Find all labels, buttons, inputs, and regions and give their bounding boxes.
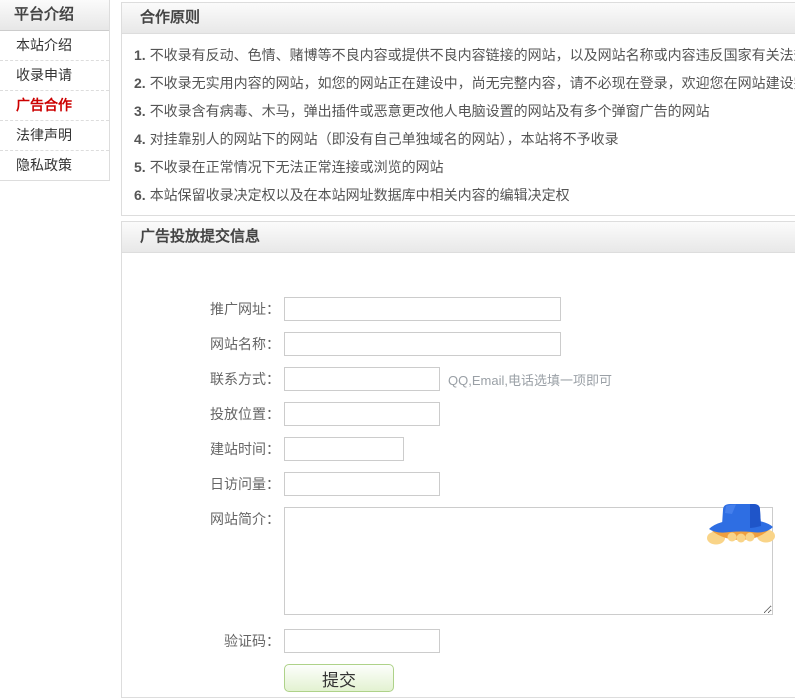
- rule-text: 本站保留收录决定权以及在本站网址数据库中相关内容的编辑决定权: [150, 187, 570, 203]
- form-row-site-name: 网站名称：: [122, 332, 795, 356]
- rule-item: 5.不收录在正常情况下无法正常连接或浏览的网站: [134, 153, 785, 181]
- main-content: 合作原则 1.不收录有反动、色情、赌博等不良内容或提供不良内容链接的网站，以及网…: [121, 2, 795, 698]
- rule-item: 6.本站保留收录决定权以及在本站网址数据库中相关内容的编辑决定权: [134, 181, 785, 209]
- sidebar: 平台介绍 本站介绍 收录申请 广告合作 法律声明 隐私政策: [0, 0, 110, 181]
- site-desc-label: 网站简介：: [122, 507, 284, 531]
- captcha-input[interactable]: [284, 629, 440, 653]
- principles-header: 合作原则: [122, 3, 795, 34]
- form-row-site-desc: 网站简介：: [122, 507, 795, 615]
- submit-row: 提交: [284, 664, 795, 692]
- principles-panel: 合作原则 1.不收录有反动、色情、赌博等不良内容或提供不良内容链接的网站，以及网…: [121, 2, 795, 216]
- rule-number: 6.: [134, 187, 146, 203]
- form-row-site-age: 建站时间：: [122, 437, 795, 461]
- site-age-input[interactable]: [284, 437, 404, 461]
- rule-number: 2.: [134, 75, 146, 91]
- rule-text: 不收录在正常情况下无法正常连接或浏览的网站: [150, 159, 444, 175]
- sidebar-item-legal-notice[interactable]: 法律声明: [0, 121, 109, 151]
- form-row-contact: 联系方式： QQ,Email,电话选填一项即可: [122, 367, 795, 391]
- site-desc-textarea[interactable]: [284, 507, 773, 615]
- placement-label: 投放位置：: [122, 402, 284, 426]
- site-name-label: 网站名称：: [122, 332, 284, 356]
- contact-input[interactable]: [284, 367, 440, 391]
- rule-item: 2.不收录无实用内容的网站，如您的网站正在建设中，尚无完整内容，请不必现在登录，…: [134, 69, 785, 97]
- sidebar-title: 平台介绍: [0, 0, 109, 31]
- form-row-promo-url: 推广网址：: [122, 297, 795, 321]
- sidebar-item-privacy-policy[interactable]: 隐私政策: [0, 151, 109, 180]
- promo-url-input[interactable]: [284, 297, 561, 321]
- site-age-label: 建站时间：: [122, 437, 284, 461]
- sidebar-item-ad-cooperation[interactable]: 广告合作: [0, 91, 109, 121]
- contact-label: 联系方式：: [122, 367, 284, 391]
- rule-number: 4.: [134, 131, 146, 147]
- form-row-captcha: 验证码：: [122, 629, 795, 653]
- sidebar-item-site-intro[interactable]: 本站介绍: [0, 31, 109, 61]
- daily-visits-input[interactable]: [284, 472, 440, 496]
- site-name-input[interactable]: [284, 332, 561, 356]
- captcha-label: 验证码：: [122, 629, 284, 653]
- blue-hat-mascot-icon: [706, 502, 776, 546]
- rule-text: 不收录无实用内容的网站，如您的网站正在建设中，尚无完整内容，请不必现在登录，欢迎…: [150, 75, 795, 91]
- ad-form-header: 广告投放提交信息: [122, 222, 795, 253]
- rule-text: 对挂靠别人的网站下的网站（即没有自己单独域名的网站），本站将不予收录: [150, 131, 619, 147]
- rule-item: 1.不收录有反动、色情、赌博等不良内容或提供不良内容链接的网站，以及网站名称或内…: [134, 41, 785, 69]
- promo-url-label: 推广网址：: [122, 297, 284, 321]
- principles-list: 1.不收录有反动、色情、赌博等不良内容或提供不良内容链接的网站，以及网站名称或内…: [122, 34, 795, 209]
- page: { "sidebar": { "title": "平台介绍", "items":…: [0, 0, 795, 699]
- sidebar-item-inclusion-apply[interactable]: 收录申请: [0, 61, 109, 91]
- form-row-placement: 投放位置：: [122, 402, 795, 426]
- rule-item: 4.对挂靠别人的网站下的网站（即没有自己单独域名的网站），本站将不予收录: [134, 125, 785, 153]
- submit-button[interactable]: 提交: [284, 664, 394, 692]
- form-row-daily-visits: 日访问量：: [122, 472, 795, 496]
- rule-number: 5.: [134, 159, 146, 175]
- ad-form: 推广网址： 网站名称： 联系方式： QQ,Email,电话选填一项即可 投放位置…: [122, 253, 795, 692]
- rule-number: 3.: [134, 103, 146, 119]
- rule-item: 3.不收录含有病毒、木马，弹出插件或恶意更改他人电脑设置的网站及有多个弹窗广告的…: [134, 97, 785, 125]
- rule-text: 不收录有反动、色情、赌博等不良内容或提供不良内容链接的网站，以及网站名称或内容违…: [150, 47, 795, 63]
- daily-visits-label: 日访问量：: [122, 472, 284, 496]
- placement-input[interactable]: [284, 402, 440, 426]
- rule-number: 1.: [134, 47, 146, 63]
- contact-hint: QQ,Email,电话选填一项即可: [448, 370, 612, 389]
- rule-text: 不收录含有病毒、木马，弹出插件或恶意更改他人电脑设置的网站及有多个弹窗广告的网站: [150, 103, 710, 119]
- ad-form-panel: 广告投放提交信息 推广网址： 网站名称： 联系方式： QQ,Email,电话选填…: [121, 221, 795, 698]
